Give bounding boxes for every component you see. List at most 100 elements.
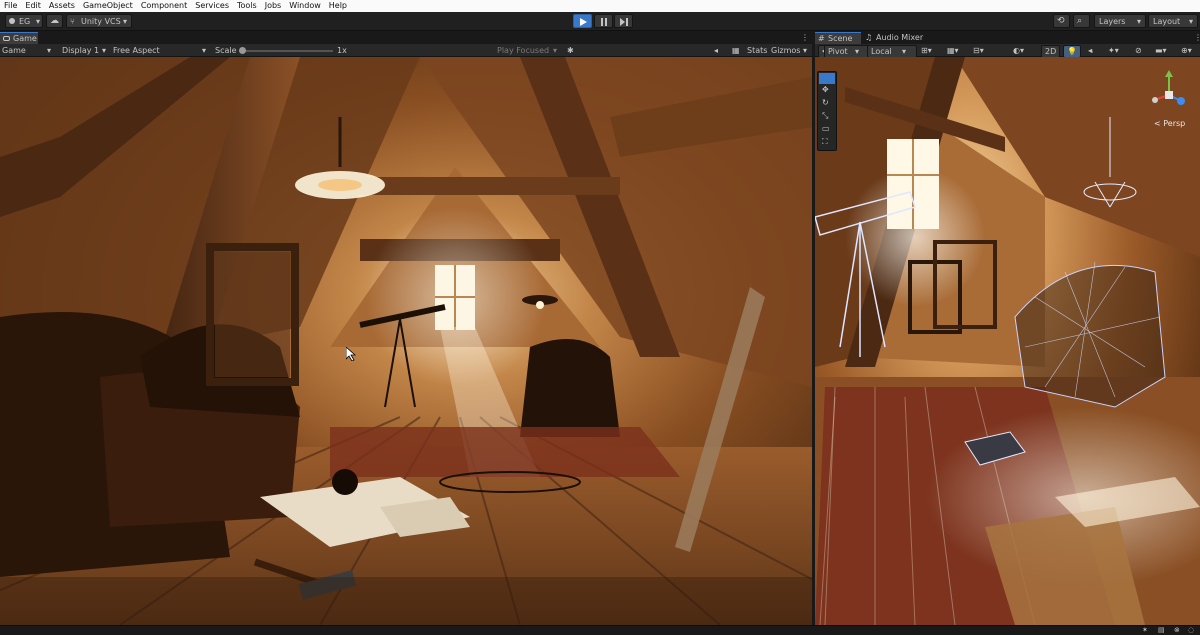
- chevron-down-icon: ▾: [1189, 17, 1194, 26]
- play-focused-dropdown[interactable]: Play Focused ▾: [497, 45, 561, 56]
- debug-bug-icon[interactable]: ✱: [567, 45, 574, 56]
- tab-scene-label: Scene: [828, 34, 853, 43]
- account-label: EG: [19, 17, 31, 26]
- gizmos-globe-icon[interactable]: ⊕▾: [1181, 45, 1192, 56]
- history-button[interactable]: ⟲: [1053, 14, 1070, 28]
- menu-window[interactable]: Window: [285, 0, 325, 12]
- snap-icon[interactable]: ⊞▾: [921, 45, 932, 56]
- hand-tool-icon[interactable]: [819, 73, 835, 84]
- tab-audio-mixer[interactable]: ♫ Audio Mixer: [863, 32, 933, 44]
- display-dropdown[interactable]: Display 1 ▾: [62, 45, 110, 56]
- scene-viewport[interactable]: ✥ ↻ ⤡ ▭ ⛶ < Persp: [815, 57, 1200, 625]
- play-button[interactable]: [573, 14, 592, 28]
- attic-scene-image: [815, 57, 1200, 625]
- aspect-dropdown[interactable]: Free Aspect ▾: [113, 45, 210, 56]
- branch-icon: ⑂: [70, 17, 75, 26]
- perspective-label[interactable]: < Persp: [1154, 120, 1185, 128]
- chevron-down-icon: ▾: [202, 46, 207, 55]
- scene-tools-overlay: ✥ ↻ ⤡ ▭ ⛶: [817, 71, 837, 151]
- camera-settings-icon[interactable]: ▬▾: [1155, 45, 1167, 56]
- rotate-tool-icon[interactable]: ↻: [822, 99, 829, 107]
- chevron-down-icon: ▾: [102, 46, 107, 55]
- scale-tool-icon[interactable]: ⤡: [822, 112, 828, 120]
- tab-audio-mixer-label: Audio Mixer: [876, 33, 924, 42]
- grid-toggle-icon[interactable]: ▦: [732, 45, 740, 56]
- account-dropdown[interactable]: EG ▾: [5, 14, 43, 28]
- more-menu-icon[interactable]: ⋮: [1194, 34, 1200, 42]
- move-tool-icon[interactable]: ✥: [822, 86, 829, 94]
- effects-dropdown-icon[interactable]: ✦▾: [1108, 45, 1119, 56]
- menu-bar: File Edit Assets GameObject Component Service…: [0, 0, 1200, 12]
- main-toolbar: EG ▾ ☁ ⑂ Unity VCS ▾ ⟲ ⌕ Layers ▾ Layout…: [0, 12, 1200, 31]
- game-mode-dropdown[interactable]: Game ▾: [2, 45, 57, 56]
- search-icon: ⌕: [1077, 16, 1083, 26]
- chevron-down-icon: ▾: [1137, 17, 1142, 26]
- gizmos-dropdown[interactable]: Gizmos ▾: [771, 45, 811, 56]
- more-menu-icon[interactable]: ⋮: [801, 34, 809, 42]
- tab-game[interactable]: Game: [0, 32, 38, 44]
- increment-snap-icon[interactable]: ⊟▾: [973, 45, 984, 56]
- chevron-down-icon: ▾: [803, 46, 808, 55]
- collab-icon[interactable]: ▤: [1158, 627, 1165, 634]
- cloud-sync-icon[interactable]: ⊗: [1174, 627, 1180, 634]
- tab-scene[interactable]: # Scene: [815, 32, 861, 44]
- chevron-down-icon: ▾: [36, 17, 41, 26]
- shading-mode-icon[interactable]: ◐▾: [1013, 45, 1024, 56]
- vcs-label: Unity VCS: [81, 17, 121, 26]
- progress-spinner-icon: ◌: [1188, 626, 1195, 634]
- chevron-down-icon: ▾: [123, 17, 128, 26]
- bug-report-icon[interactable]: ✶: [1142, 627, 1148, 634]
- visibility-toggle-icon[interactable]: ⊘: [1135, 45, 1142, 56]
- chevron-down-icon: ▾: [902, 47, 907, 56]
- cloud-icon: ☁: [50, 16, 59, 26]
- panel-divider[interactable]: [812, 32, 815, 625]
- orientation-gizmo-icon[interactable]: [1145, 69, 1185, 119]
- local-label: Local: [871, 47, 892, 56]
- menu-tools[interactable]: Tools: [233, 0, 261, 12]
- search-button[interactable]: ⌕: [1073, 14, 1090, 28]
- play-focused-label: Play Focused: [497, 46, 550, 55]
- menu-edit[interactable]: Edit: [21, 0, 45, 12]
- layers-dropdown[interactable]: Layers ▾: [1094, 14, 1146, 28]
- transform-tool-icon[interactable]: ⛶: [822, 138, 828, 146]
- layout-dropdown[interactable]: Layout ▾: [1148, 14, 1198, 28]
- menu-gameobject[interactable]: GameObject: [79, 0, 137, 12]
- rect-tool-icon[interactable]: ▭: [822, 125, 830, 133]
- tab-game-label: Game: [13, 34, 37, 43]
- menu-component[interactable]: Component: [137, 0, 191, 12]
- menu-services[interactable]: Services: [191, 0, 233, 12]
- pause-icon: [601, 18, 607, 26]
- vcs-dropdown[interactable]: ⑂ Unity VCS ▾: [66, 14, 132, 28]
- cloud-button[interactable]: ☁: [46, 14, 63, 28]
- scene-tab-bar: # Scene ♫ Audio Mixer ⋮: [815, 32, 1200, 44]
- menu-help[interactable]: Help: [325, 0, 351, 12]
- history-icon: ⟲: [1057, 16, 1065, 26]
- audio-toggle-icon[interactable]: ◂ᵢ: [1088, 45, 1093, 56]
- step-icon: [620, 18, 628, 26]
- menu-file[interactable]: File: [0, 0, 21, 12]
- pause-button[interactable]: [594, 14, 613, 28]
- pivot-label: Pivot: [828, 47, 848, 56]
- scale-slider-handle[interactable]: [239, 47, 246, 54]
- audio-mute-icon[interactable]: ◂: [714, 45, 718, 56]
- menu-assets[interactable]: Assets: [45, 0, 79, 12]
- mouse-cursor-icon: [346, 347, 356, 361]
- game-tab-bar: Game ⋮: [0, 32, 812, 44]
- scene-grid-icon: #: [818, 34, 825, 43]
- audio-mixer-icon: ♫: [865, 33, 873, 42]
- layers-label: Layers: [1099, 17, 1126, 26]
- scale-label: Scale: [215, 46, 237, 55]
- aspect-label: Free Aspect: [113, 46, 160, 55]
- gizmos-label: Gizmos: [771, 46, 801, 55]
- game-viewport[interactable]: [0, 57, 812, 625]
- grid-icon[interactable]: ▦▾: [947, 45, 959, 56]
- gamepad-icon: [3, 36, 10, 41]
- game-control-bar: Game ▾ Display 1 ▾ Free Aspect ▾ Scale 1…: [0, 44, 812, 57]
- game-mode-label: Game: [2, 46, 26, 55]
- menu-jobs[interactable]: Jobs: [261, 0, 286, 12]
- scale-slider[interactable]: [239, 50, 333, 52]
- stats-button[interactable]: Stats: [747, 45, 767, 56]
- chevron-down-icon: ▾: [855, 47, 860, 56]
- step-button[interactable]: [614, 14, 633, 28]
- play-icon: [580, 18, 587, 26]
